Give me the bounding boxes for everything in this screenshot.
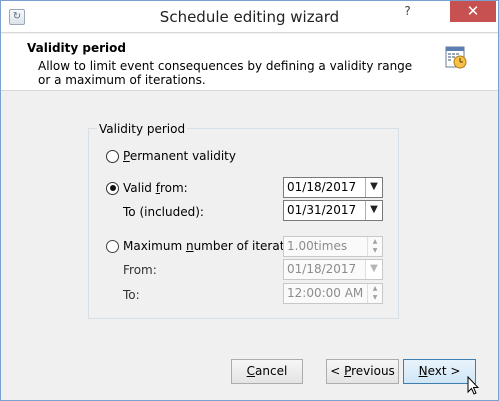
valid-from-date-field[interactable]: 01/18/2017 ▼ bbox=[283, 177, 383, 198]
to-included-date-value: 01/31/2017 bbox=[287, 203, 357, 217]
close-button[interactable]: ✕ bbox=[450, 1, 496, 22]
calendar-clock-icon bbox=[445, 46, 467, 69]
iteration-to-label: To: bbox=[123, 288, 140, 302]
chevron-down-icon[interactable]: ▼ bbox=[365, 178, 382, 197]
next-button[interactable]: Next > bbox=[403, 359, 476, 384]
title-bar: ↻ Schedule editing wizard ? ✕ bbox=[1, 1, 498, 33]
valid-from-date-value: 01/18/2017 bbox=[287, 180, 357, 194]
wizard-header: Validity period Allow to limit event con… bbox=[1, 34, 498, 91]
iteration-from-label: From: bbox=[123, 263, 157, 277]
page-description: Allow to limit event consequences by def… bbox=[38, 59, 413, 87]
valid-from-radio[interactable]: Valid from: bbox=[106, 181, 188, 195]
radio-unchecked-icon bbox=[106, 149, 119, 163]
window-title: Schedule editing wizard bbox=[159, 8, 340, 26]
permanent-validity-label: Permanent validity bbox=[123, 149, 236, 163]
radio-checked-icon bbox=[106, 181, 119, 195]
help-button[interactable]: ? bbox=[394, 1, 421, 22]
permanent-validity-radio[interactable]: Permanent validity bbox=[106, 149, 236, 163]
max-iterations-radio[interactable]: Maximum number of iteration bbox=[106, 239, 303, 253]
iteration-to-time-field[interactable]: 12:00:00 AM ▲ ▼ bbox=[283, 283, 383, 304]
radio-unchecked-icon bbox=[106, 239, 119, 253]
wizard-window: ↻ Schedule editing wizard ? ✕ Validity p… bbox=[0, 0, 499, 401]
max-iterations-label: Maximum number of iteration bbox=[123, 239, 303, 253]
to-included-label: To (included): bbox=[123, 205, 204, 219]
cancel-button[interactable]: Cancel bbox=[231, 359, 303, 384]
iteration-to-time-value: 12:00:00 AM bbox=[287, 286, 364, 300]
to-included-date-field[interactable]: 01/31/2017 ▼ bbox=[283, 200, 383, 221]
previous-button[interactable]: < Previous bbox=[326, 359, 399, 384]
group-label: Validity period bbox=[97, 122, 188, 136]
mouse-pointer-icon bbox=[467, 376, 479, 395]
iteration-from-date-field[interactable]: 01/18/2017 ▼ bbox=[283, 259, 383, 280]
iterations-count-field[interactable]: 1.00times ▲ ▼ bbox=[283, 236, 383, 257]
chevron-down-icon[interactable]: ▼ bbox=[365, 201, 382, 220]
valid-from-label: Valid from: bbox=[123, 181, 188, 195]
iteration-from-date-value: 01/18/2017 bbox=[287, 262, 357, 276]
spin-buttons[interactable]: ▲ ▼ bbox=[367, 237, 382, 256]
spin-buttons[interactable]: ▲ ▼ bbox=[367, 284, 382, 303]
iterations-count-value: 1.00times bbox=[287, 239, 348, 253]
page-title: Validity period bbox=[27, 41, 126, 55]
chevron-down-icon[interactable]: ▼ bbox=[365, 260, 382, 279]
